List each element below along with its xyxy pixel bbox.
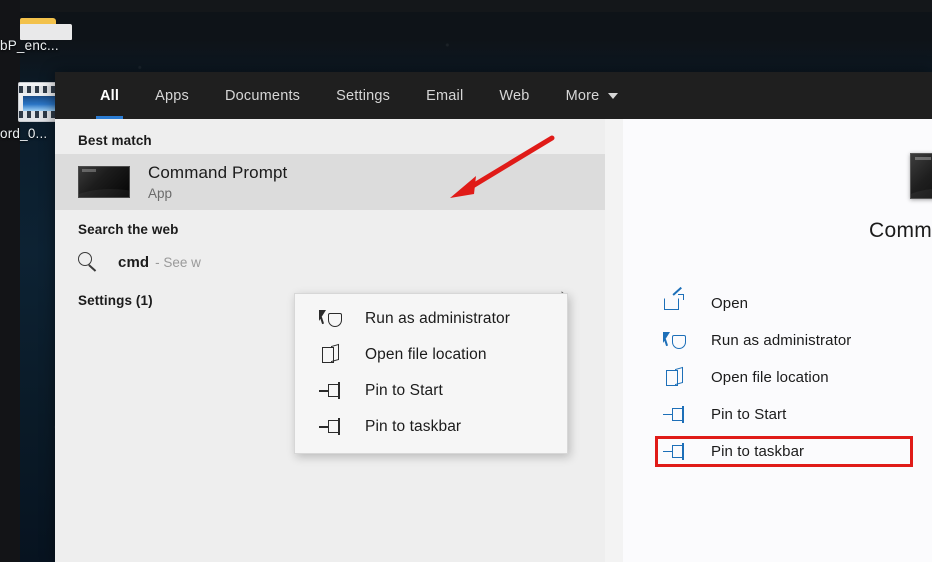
result-item-web-search[interactable]: cmd - See w xyxy=(55,243,605,281)
context-menu-item-run-as-administrator[interactable]: Run as administrator xyxy=(295,301,567,337)
tab-more-label: More xyxy=(565,87,600,104)
context-menu-item-pin-to-taskbar[interactable]: Pin to taskbar xyxy=(295,409,567,445)
tab-web[interactable]: Web xyxy=(481,72,547,119)
preview-actions-list: Open Run as administrator Open file loca… xyxy=(623,285,932,470)
preview-action-pin-to-start-label: Pin to Start xyxy=(711,406,787,423)
tab-email-label: Email xyxy=(426,87,464,104)
preview-action-run-as-administrator[interactable]: Run as administrator xyxy=(663,322,932,359)
desktop-icon-folder-label: bP_enc... xyxy=(0,38,59,53)
folder-location-icon xyxy=(319,343,345,366)
search-icon xyxy=(78,251,99,273)
windows-search-flyout: All Apps Documents Settings Email Web Mo… xyxy=(55,72,932,562)
shield-cursor-icon xyxy=(663,330,689,352)
preview-app-title: Comma xyxy=(869,219,932,242)
tab-settings[interactable]: Settings xyxy=(318,72,408,119)
chevron-down-icon xyxy=(608,92,619,99)
context-menu-item-pin-to-start-label: Pin to Start xyxy=(365,382,443,399)
screen-left-gutter xyxy=(0,0,20,562)
tab-documents-label: Documents xyxy=(225,87,301,104)
web-search-term: cmd xyxy=(118,253,150,271)
app-preview-panel: Comma Open Run as administrator xyxy=(623,119,932,562)
tab-all-label: All xyxy=(100,87,120,104)
tab-settings-label: Settings xyxy=(336,87,391,104)
preview-action-open-file-location-label: Open file location xyxy=(711,369,829,386)
context-menu-item-pin-to-start[interactable]: Pin to Start xyxy=(295,373,567,409)
pin-icon xyxy=(319,380,345,402)
open-icon xyxy=(663,286,689,315)
result-subtitle: App xyxy=(148,185,173,201)
web-search-description: - See w xyxy=(155,254,201,270)
shield-cursor-icon xyxy=(319,308,345,330)
context-menu-item-run-as-administrator-label: Run as administrator xyxy=(365,310,511,327)
preview-action-run-as-administrator-label: Run as administrator xyxy=(711,332,852,349)
context-menu-item-open-file-location[interactable]: Open file location xyxy=(295,337,567,373)
pin-icon xyxy=(663,441,689,463)
search-flyout-body: Best match Command Prompt App Search the… xyxy=(55,119,932,562)
desktop-background: bP_enc... ord_0... All Apps Documents Se… xyxy=(0,0,932,562)
context-menu: Run as administrator Open file location … xyxy=(294,293,568,454)
tab-more[interactable]: More xyxy=(548,72,637,119)
preview-action-open-label: Open xyxy=(711,295,749,312)
preview-action-pin-to-start[interactable]: Pin to Start xyxy=(663,396,932,433)
preview-action-pin-to-taskbar[interactable]: Pin to taskbar xyxy=(663,433,932,470)
preview-action-pin-to-taskbar-label: Pin to taskbar xyxy=(711,443,805,460)
tab-all[interactable]: All xyxy=(82,72,137,119)
folder-location-icon xyxy=(663,366,689,389)
command-prompt-icon xyxy=(78,166,130,198)
tab-web-label: Web xyxy=(499,87,530,104)
tab-apps[interactable]: Apps xyxy=(137,72,207,119)
command-prompt-icon xyxy=(910,153,932,199)
tab-documents[interactable]: Documents xyxy=(207,72,318,119)
screen-top-strip xyxy=(0,0,932,12)
pin-icon xyxy=(663,404,689,426)
tab-email[interactable]: Email xyxy=(408,72,481,119)
preview-action-open-file-location[interactable]: Open file location xyxy=(663,359,932,396)
search-filter-tabbar: All Apps Documents Settings Email Web Mo… xyxy=(55,72,932,119)
best-match-header: Best match xyxy=(78,133,152,148)
preview-action-open[interactable]: Open xyxy=(663,285,932,322)
search-the-web-header: Search the web xyxy=(78,222,179,237)
tab-apps-label: Apps xyxy=(155,87,189,104)
context-menu-item-pin-to-taskbar-label: Pin to taskbar xyxy=(365,418,462,435)
pin-icon xyxy=(319,416,345,438)
context-menu-item-open-file-location-label: Open file location xyxy=(365,346,487,363)
result-title: Command Prompt xyxy=(148,162,288,182)
result-item-command-prompt[interactable]: Command Prompt App xyxy=(55,154,605,210)
preview-header: Comma xyxy=(623,119,932,243)
